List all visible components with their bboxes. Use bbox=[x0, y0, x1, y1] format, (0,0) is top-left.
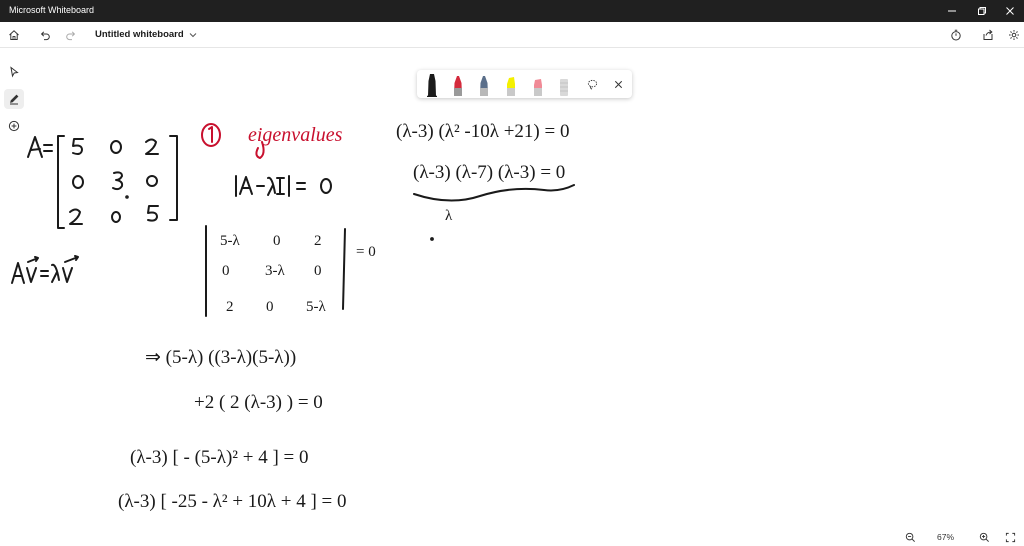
zoom-bar: 67% bbox=[893, 528, 1024, 546]
svg-text:(λ-3) (λ² -10λ +21) = 0: (λ-3) (λ² -10λ +21) = 0 bbox=[396, 121, 569, 142]
minimize-icon bbox=[948, 10, 956, 12]
app-title: Microsoft Whiteboard bbox=[9, 5, 95, 15]
svg-text:0: 0 bbox=[273, 233, 281, 249]
settings-button[interactable] bbox=[1004, 25, 1024, 45]
red-ink-strokes: eigenvalues bbox=[201, 123, 343, 159]
svg-text:2: 2 bbox=[314, 233, 322, 249]
svg-text:λ: λ bbox=[445, 208, 453, 224]
zoom-out-button[interactable] bbox=[903, 530, 917, 544]
zoom-out-icon bbox=[905, 532, 915, 542]
svg-text:5-λ: 5-λ bbox=[306, 299, 326, 315]
fit-screen-icon bbox=[1005, 532, 1015, 542]
zoom-in-button[interactable] bbox=[977, 530, 991, 544]
share-button[interactable] bbox=[978, 25, 998, 45]
maximize-icon bbox=[978, 7, 986, 15]
home-icon bbox=[9, 30, 19, 40]
svg-text:= 0: = 0 bbox=[356, 244, 376, 260]
fit-screen-button[interactable] bbox=[1003, 530, 1017, 544]
svg-text:0: 0 bbox=[266, 299, 274, 315]
svg-text:(λ-3) (λ-7) (λ-3) = 0: (λ-3) (λ-7) (λ-3) = 0 bbox=[413, 162, 565, 183]
svg-text:(λ-3) [ - (5-λ)² + 4 ] = 0: (λ-3) [ - (5-λ)² + 4 ] = 0 bbox=[130, 447, 309, 468]
svg-text:0: 0 bbox=[314, 263, 322, 279]
handwriting-ink: 5-λ 0 2 0 3-λ 0 2 0 5-λ = 0 ⇒ (5-λ) ((3-… bbox=[11, 121, 575, 512]
close-window-button[interactable] bbox=[992, 0, 1024, 22]
close-icon bbox=[1006, 7, 1014, 15]
svg-text:⇒ (5-λ) ((3-λ)(5-λ)): ⇒ (5-λ) ((3-λ)(5-λ)) bbox=[145, 347, 296, 368]
svg-text:5-λ: 5-λ bbox=[220, 233, 240, 249]
whiteboard-canvas[interactable]: 5-λ 0 2 0 3-λ 0 2 0 5-λ = 0 ⇒ (5-λ) ((3-… bbox=[0, 49, 1024, 527]
svg-text:+2 ( 2 (λ-3) ) = 0: +2 ( 2 (λ-3) ) = 0 bbox=[194, 392, 323, 413]
timer-button[interactable] bbox=[946, 25, 966, 45]
redo-button[interactable] bbox=[61, 25, 81, 45]
board-title[interactable]: Untitled whiteboard bbox=[95, 29, 184, 40]
svg-text:(λ-3) [ -25 - λ² + 10λ + 4 ] =: (λ-3) [ -25 - λ² + 10λ + 4 ] = 0 bbox=[118, 491, 347, 512]
chevron-down-icon[interactable] bbox=[187, 28, 199, 42]
svg-text:2: 2 bbox=[226, 299, 234, 315]
zoom-level: 67% bbox=[937, 532, 955, 542]
share-icon bbox=[983, 29, 993, 40]
svg-text:0: 0 bbox=[222, 263, 230, 279]
undo-icon bbox=[40, 31, 50, 41]
home-button[interactable] bbox=[4, 25, 24, 45]
svg-text:3-λ: 3-λ bbox=[265, 263, 285, 279]
app-header: Untitled whiteboard bbox=[0, 22, 1024, 48]
zoom-in-icon bbox=[979, 532, 989, 542]
settings-icon bbox=[1009, 30, 1019, 40]
undo-button[interactable] bbox=[35, 25, 55, 45]
black-ink-strokes: 5-λ 0 2 0 3-λ 0 2 0 5-λ = 0 ⇒ (5-λ) ((3-… bbox=[11, 121, 575, 512]
redo-icon bbox=[66, 31, 76, 41]
title-bar: Microsoft Whiteboard bbox=[0, 0, 1024, 22]
timer-icon bbox=[951, 29, 961, 41]
